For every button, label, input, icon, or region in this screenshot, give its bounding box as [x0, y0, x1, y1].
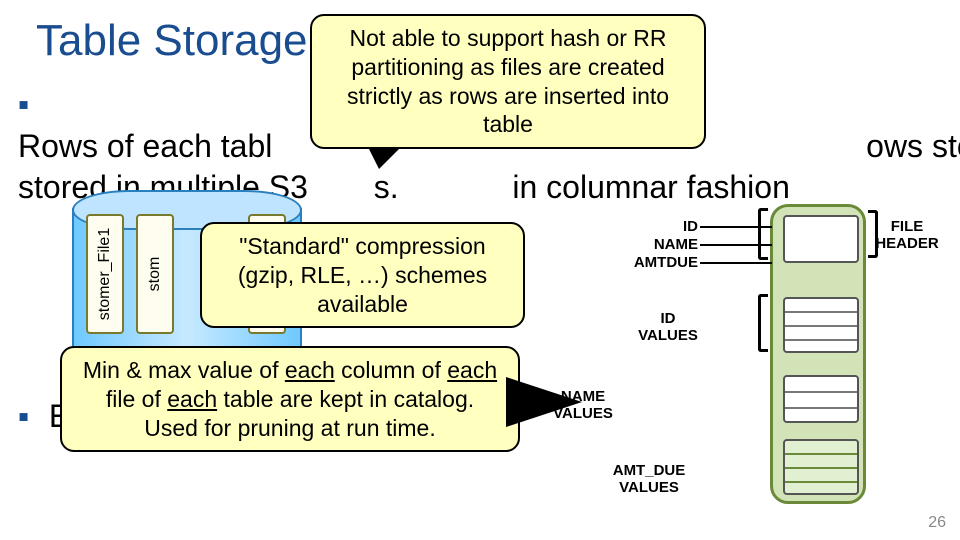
- callout-c-line3: Used for pruning at run time.: [144, 415, 435, 441]
- callout-c-line2: file of each table are kept in catalog.: [106, 386, 474, 412]
- amtdue-values-segment: [783, 439, 859, 495]
- pointer-line: [700, 244, 772, 246]
- label-id-values: ID VALUES: [638, 310, 698, 345]
- file-header-segment: [783, 215, 859, 263]
- label-file-header: FILE HEADER: [872, 218, 942, 253]
- callout-c-line1: Min & max value of each column of each: [83, 357, 497, 383]
- callout-partitioning: Not able to support hash or RR partition…: [310, 14, 706, 149]
- file-block-1: stomer_File1: [86, 214, 124, 334]
- callout-c-tail-icon: [510, 380, 580, 424]
- callout-compression: "Standard" compression (gzip, RLE, …) sc…: [200, 222, 525, 328]
- bullet-marker-icon: ▪: [18, 396, 40, 438]
- bullet-marker-icon: ▪: [18, 84, 40, 126]
- label-amtdue: AMTDUE: [618, 254, 698, 271]
- label-name: NAME: [618, 236, 698, 253]
- file-label-2: stom: [146, 257, 164, 292]
- page-number: 26: [928, 514, 946, 532]
- pointer-line: [700, 262, 772, 264]
- bullet-1-frag-b: ows stored: [866, 128, 960, 164]
- pointer-line: [700, 226, 772, 228]
- bullet-1-frag-a: Rows of each tabl: [18, 128, 272, 164]
- callout-minmax: Min & max value of each column of each f…: [60, 346, 520, 452]
- file-block-2: stom: [136, 214, 174, 334]
- bracket-id: [758, 294, 768, 352]
- label-id: ID: [618, 218, 698, 235]
- label-amtdue-values: AMT_DUE VALUES: [604, 462, 694, 497]
- slide-title: Table Storage: [36, 16, 308, 66]
- column-file-diagram: [770, 204, 866, 504]
- bullet-1-frag-e: in columnar fashion: [512, 169, 789, 205]
- name-values-segment: [783, 375, 859, 423]
- file-label-1: stomer_File1: [96, 228, 114, 320]
- bullet-1-frag-d: s.: [374, 169, 399, 205]
- bracket-header-left: [758, 208, 768, 260]
- id-values-segment: [783, 297, 859, 353]
